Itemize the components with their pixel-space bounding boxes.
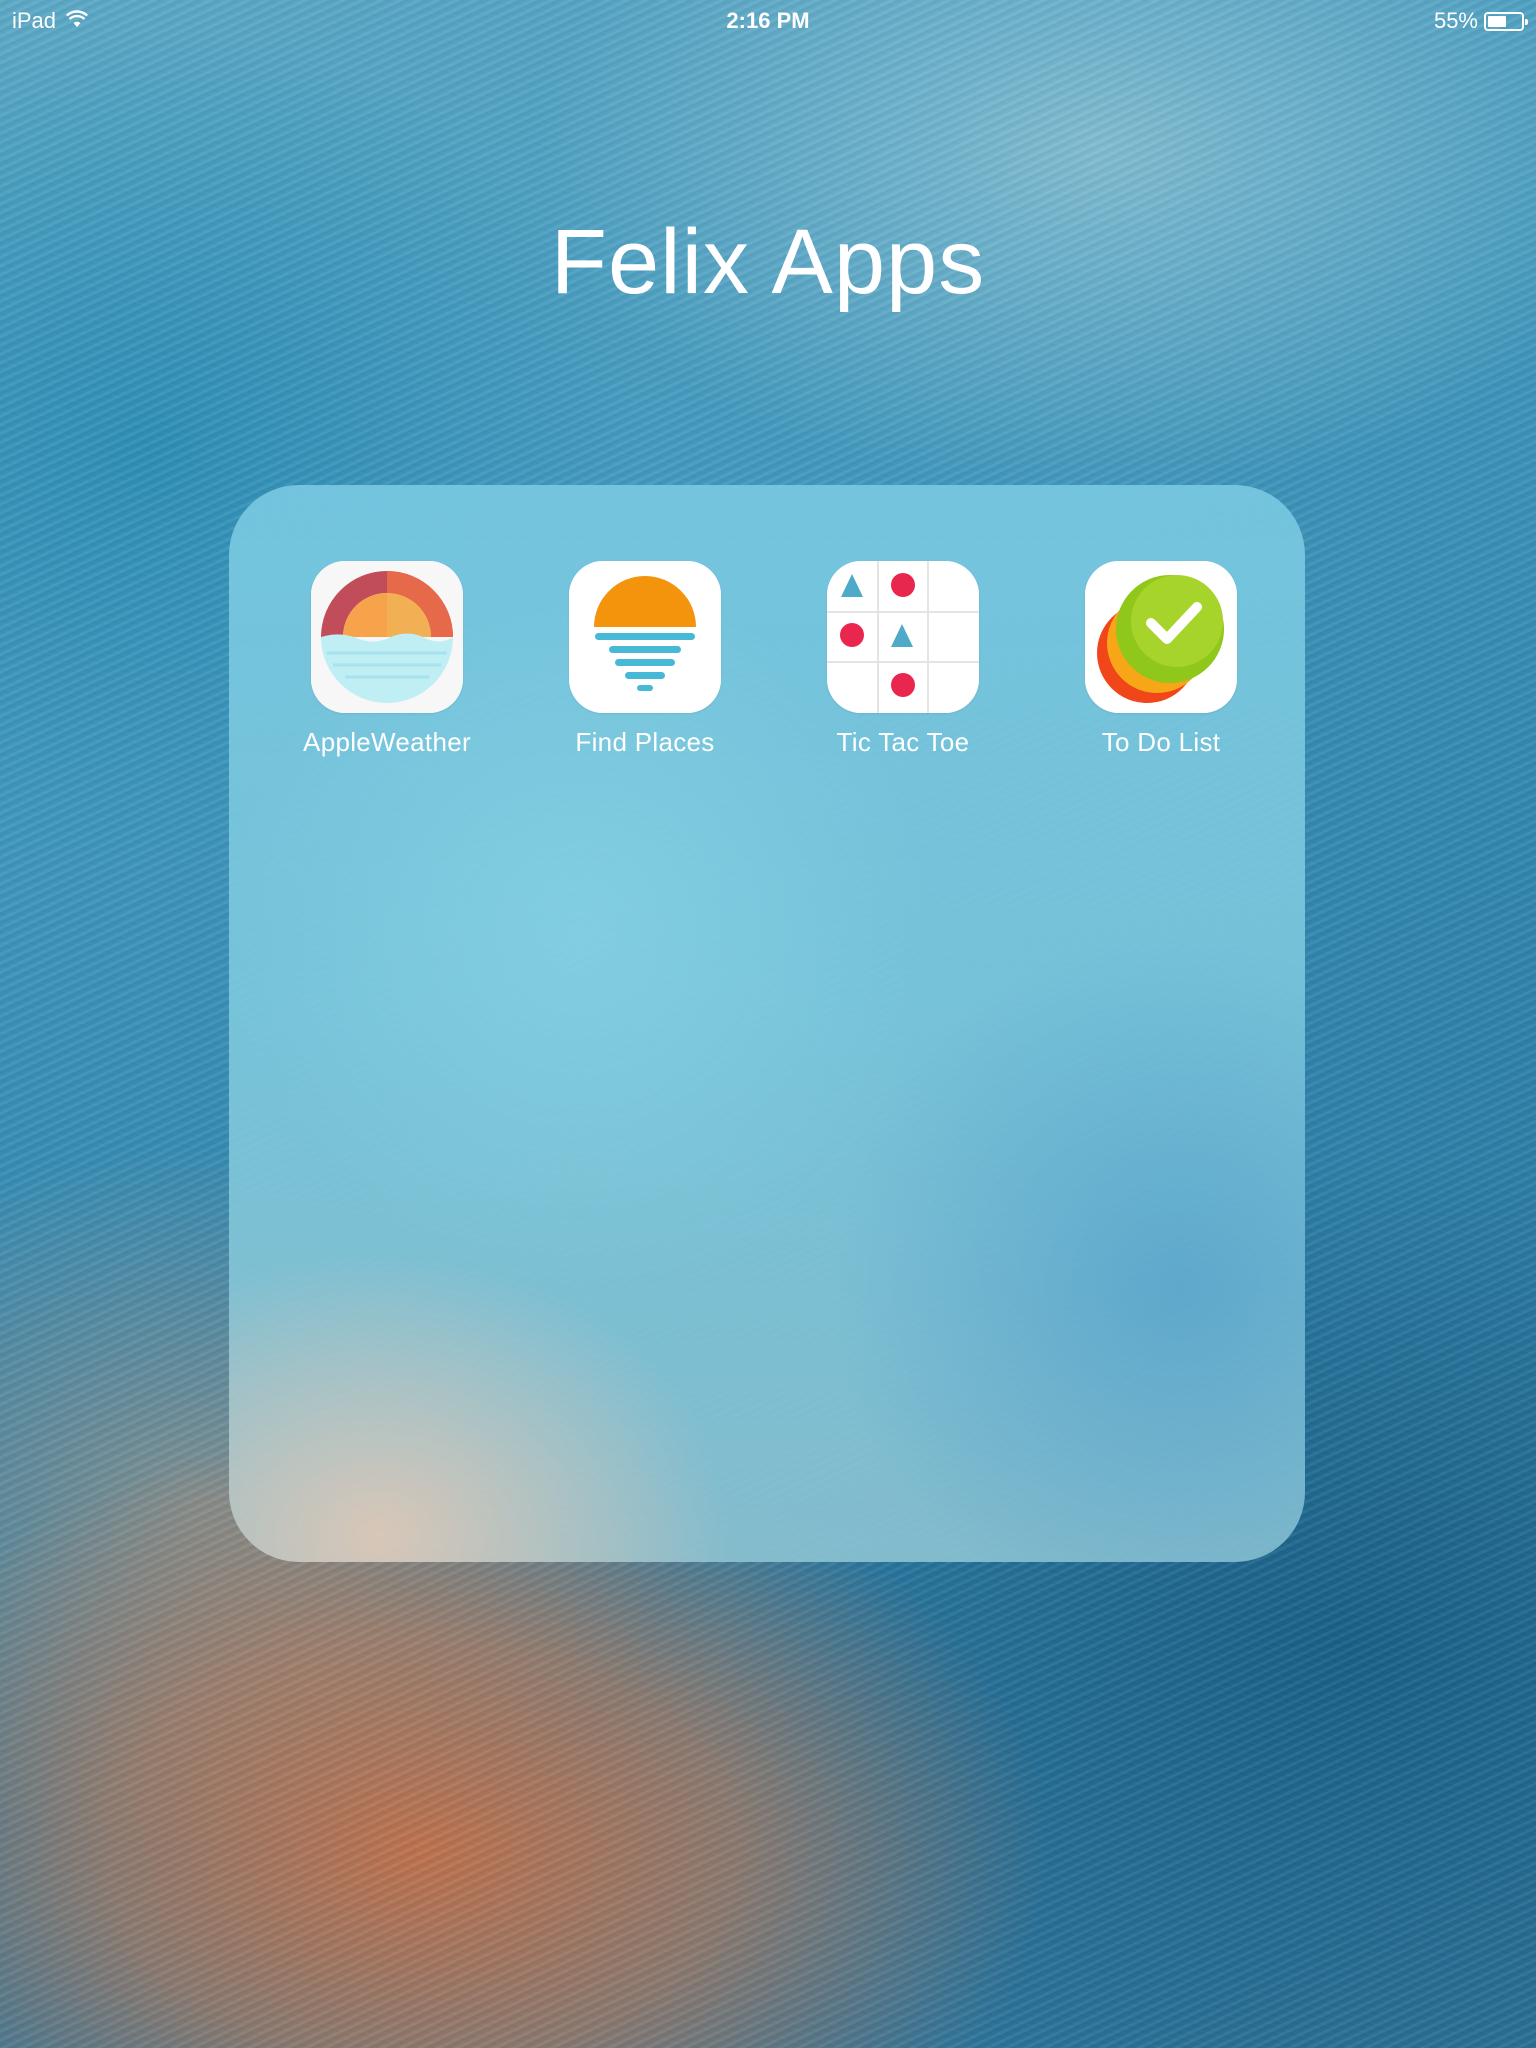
app-label: Tic Tac Toe [836, 727, 970, 757]
apple-weather-icon[interactable] [311, 561, 463, 713]
app-find-places[interactable]: Find Places [515, 561, 775, 758]
folder-title[interactable]: Felix Apps [0, 210, 1536, 315]
app-label: To Do List [1101, 727, 1221, 757]
status-right: 55% [1433, 8, 1528, 34]
battery-tip [1525, 18, 1528, 25]
status-bar: iPad 2:16 PM 55% [0, 0, 1536, 40]
app-label: Find Places [575, 727, 715, 757]
home-screen: iPad 2:16 PM 55% Felix Apps AppleWeather… [0, 0, 1536, 2048]
find-places-icon[interactable] [569, 561, 721, 713]
app-tic-tac-toe[interactable]: Tic Tac Toe [773, 561, 1033, 758]
app-label: AppleWeather [303, 727, 471, 757]
app-to-do-list[interactable]: To Do List [1031, 561, 1291, 758]
to-do-list-icon[interactable] [1085, 561, 1237, 713]
battery-icon [1484, 11, 1528, 31]
app-appleweather[interactable]: AppleWeather [257, 561, 517, 758]
folder-panel: AppleWeather Find Places Tic Tac Toe To … [229, 485, 1305, 1562]
status-time: 2:16 PM [726, 8, 810, 33]
battery-fill [1488, 15, 1506, 27]
tic-tac-toe-icon[interactable] [827, 561, 979, 713]
battery-percent: 55% [1433, 8, 1478, 33]
